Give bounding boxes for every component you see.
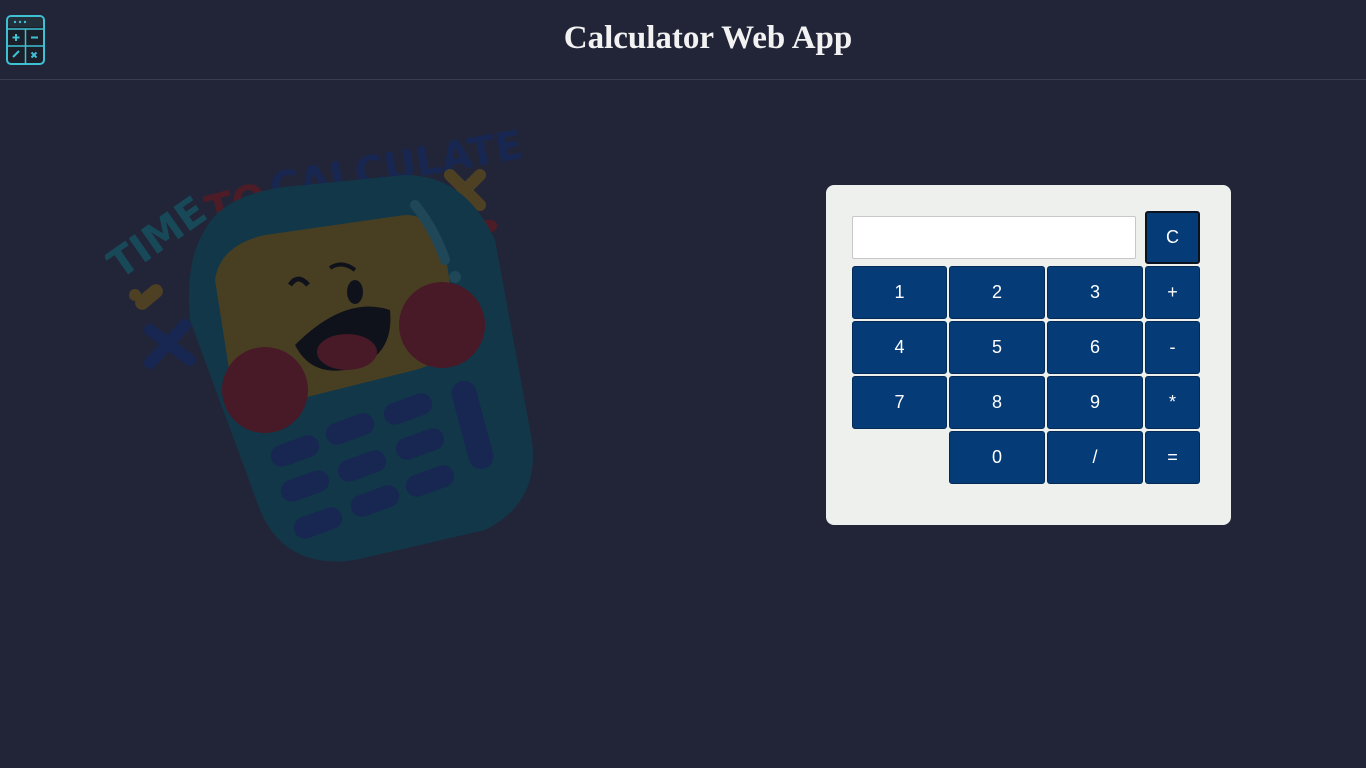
key-0-button[interactable]: 0	[949, 431, 1045, 484]
happy-calculator-illustration: TIME TO CALCULATE	[105, 122, 533, 562]
key-3-button[interactable]: 3	[1047, 266, 1143, 319]
multiply-button[interactable]: *	[1145, 376, 1200, 429]
calculator-display[interactable]	[852, 216, 1136, 259]
key-2-button[interactable]: 2	[949, 266, 1045, 319]
key-7-button[interactable]: 7	[852, 376, 947, 429]
clear-button[interactable]: C	[1145, 211, 1200, 264]
plus-button[interactable]: +	[1145, 266, 1200, 319]
key-9-button[interactable]: 9	[1047, 376, 1143, 429]
divide-button[interactable]: /	[1047, 431, 1143, 484]
key-5-button[interactable]: 5	[949, 321, 1045, 374]
key-1-button[interactable]: 1	[852, 266, 947, 319]
page-title: Calculator Web App	[563, 20, 853, 56]
key-4-button[interactable]: 4	[852, 321, 947, 374]
equals-button[interactable]: =	[1145, 431, 1200, 484]
key-8-button[interactable]: 8	[949, 376, 1045, 429]
app-header: Calculator Web App	[0, 0, 1366, 80]
key-6-button[interactable]: 6	[1047, 321, 1143, 374]
minus-button[interactable]: -	[1145, 321, 1200, 374]
calculator-panel: C 1 2 3 + 4 5 6 - 7 8 9 * 0 / =	[826, 185, 1231, 525]
